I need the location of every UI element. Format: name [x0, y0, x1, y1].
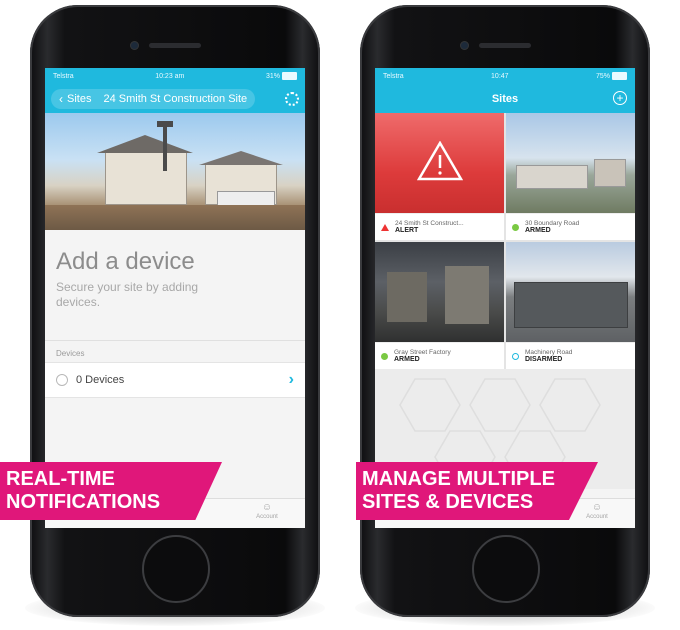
phone-right: Telstra 10:47 75% Sites + 24 Smith St Co… — [360, 5, 650, 617]
carrier-label: Telstra — [53, 72, 74, 80]
nav-bar: ‹ Sites 24 Smith St Construction Site — [45, 84, 305, 113]
site-card[interactable]: Machinery Road DISARMED — [506, 242, 635, 369]
house-shape — [105, 151, 187, 205]
devices-section-label: Devices — [56, 349, 85, 358]
alert-triangle-icon — [381, 223, 389, 231]
shed-shape — [514, 282, 628, 328]
home-button[interactable] — [142, 535, 210, 603]
building-shape — [594, 159, 626, 187]
tab-account[interactable]: ☺ Account — [247, 502, 287, 520]
armed-dot-icon — [512, 223, 519, 231]
banner-line: SITES & DEVICES — [362, 491, 534, 513]
disarmed-dot-icon — [512, 352, 519, 360]
home-button[interactable] — [472, 535, 540, 603]
tab-account[interactable]: ☺ Account — [577, 502, 617, 520]
site-photo — [375, 242, 504, 342]
front-camera — [460, 41, 469, 50]
roof-shape — [97, 135, 193, 153]
battery-icon — [281, 72, 297, 80]
site-photo — [45, 113, 305, 230]
page-title: 24 Smith St Construction Site — [103, 92, 248, 105]
time-label: 10:47 — [491, 72, 509, 80]
chevron-right-icon: › — [288, 371, 294, 388]
screen-site-detail: Telstra 10:23 am 31% ‹ Sites 24 Smith St… — [45, 68, 305, 528]
site-caption: Machinery Road DISARMED — [506, 342, 635, 369]
sites-grid: 24 Smith St Construct... ALERT 30 Boundar… — [375, 113, 635, 369]
site-caption: Gray Street Factory ARMED — [375, 342, 504, 369]
rubble-shape — [45, 205, 305, 230]
gear-icon[interactable] — [285, 91, 299, 106]
battery-indicator: 75% — [596, 72, 627, 80]
add-site-button[interactable]: + — [613, 91, 627, 105]
battery-label: 31% — [265, 72, 280, 80]
person-icon: ☺ — [591, 502, 603, 513]
site-card[interactable]: 24 Smith St Construct... ALERT — [375, 113, 504, 240]
add-device-title: Add a device — [56, 248, 195, 275]
device-icon — [56, 374, 68, 386]
earpiece-speaker — [149, 43, 201, 48]
nav-bar: Sites + — [375, 84, 635, 113]
site-status: ALERT — [395, 227, 419, 234]
front-camera — [130, 41, 139, 50]
phone-left: Telstra 10:23 am 31% ‹ Sites 24 Smith St… — [30, 5, 320, 617]
site-caption: 24 Smith St Construct... ALERT — [375, 213, 504, 240]
site-caption: 30 Boundary Road ARMED — [506, 213, 635, 240]
devices-row[interactable]: 0 Devices › — [45, 362, 305, 398]
site-status: ARMED — [394, 356, 420, 363]
site-name: 30 Boundary Road — [525, 220, 580, 227]
chevron-left-icon: ‹ — [59, 91, 63, 106]
add-device-subtitle: Secure your site by adding devices. — [56, 280, 199, 309]
promo-banner-left: REAL-TIME NOTIFICATIONS — [0, 462, 222, 520]
site-name: Machinery Road — [525, 349, 573, 356]
roof-shape — [199, 151, 283, 165]
tab-account-label: Account — [256, 514, 278, 520]
battery-indicator: 31% — [266, 72, 297, 80]
building-shape — [516, 165, 588, 189]
warning-icon — [416, 141, 463, 181]
site-status: DISARMED — [525, 356, 563, 363]
banner-line: NOTIFICATIONS — [6, 491, 161, 513]
time-label: 10:23 am — [155, 72, 185, 80]
site-card[interactable]: Gray Street Factory ARMED — [375, 242, 504, 369]
site-status: ARMED — [525, 227, 551, 234]
battery-label: 75% — [595, 72, 610, 80]
devices-count: 0 Devices — [76, 374, 125, 386]
site-card[interactable]: 30 Boundary Road ARMED — [506, 113, 635, 240]
shelf-shape — [387, 272, 427, 322]
shelf-shape — [445, 266, 489, 324]
carrier-label: Telstra — [383, 72, 404, 80]
crane-shape — [163, 121, 167, 171]
site-photo — [506, 242, 635, 342]
earpiece-speaker — [479, 43, 531, 48]
screen-sites-list: Telstra 10:47 75% Sites + 24 Smith St Co… — [375, 68, 635, 528]
banner-line: MANAGE MULTIPLE — [362, 468, 555, 490]
site-photo — [506, 113, 635, 213]
site-name: 24 Smith St Construct... — [395, 220, 464, 227]
promo-banner-right: MANAGE MULTIPLE SITES & DEVICES — [356, 462, 598, 520]
status-bar: Telstra 10:47 75% — [375, 68, 635, 84]
page-title: Sites — [491, 92, 519, 105]
crane-shape — [157, 121, 173, 127]
person-icon: ☺ — [261, 502, 273, 513]
armed-dot-icon — [381, 352, 388, 360]
site-breadcrumb[interactable]: ‹ Sites 24 Smith St Construction Site — [51, 88, 256, 109]
status-bar: Telstra 10:23 am 31% — [45, 68, 305, 84]
battery-icon — [611, 72, 627, 80]
site-name: Gray Street Factory — [394, 349, 451, 356]
banner-line: REAL-TIME — [6, 468, 115, 490]
back-to-sites-link[interactable]: Sites — [67, 93, 91, 105]
tab-account-label: Account — [586, 514, 608, 520]
site-photo-alert — [375, 113, 504, 213]
